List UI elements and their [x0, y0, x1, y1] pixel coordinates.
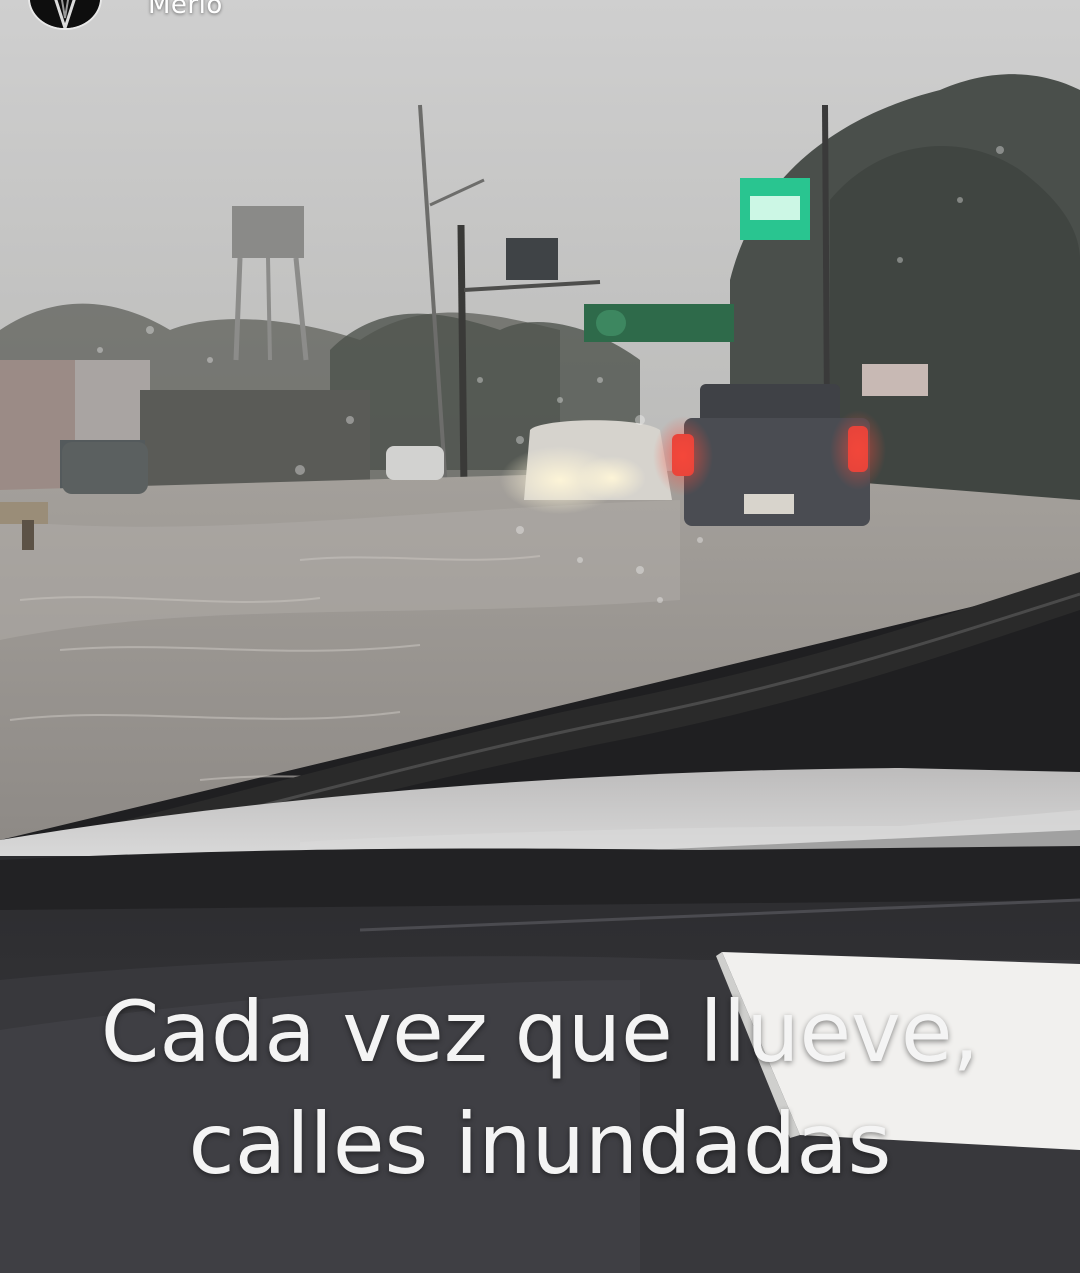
story-header: Merlo	[0, 0, 1080, 40]
profile-avatar-icon[interactable]	[28, 0, 102, 30]
caption-line-2: calles inundadas	[188, 1095, 892, 1193]
caption-line-1: Cada vez que llueve,	[100, 983, 980, 1081]
story-username[interactable]: Merlo	[148, 0, 223, 20]
story-video-frame	[0, 0, 1080, 1273]
